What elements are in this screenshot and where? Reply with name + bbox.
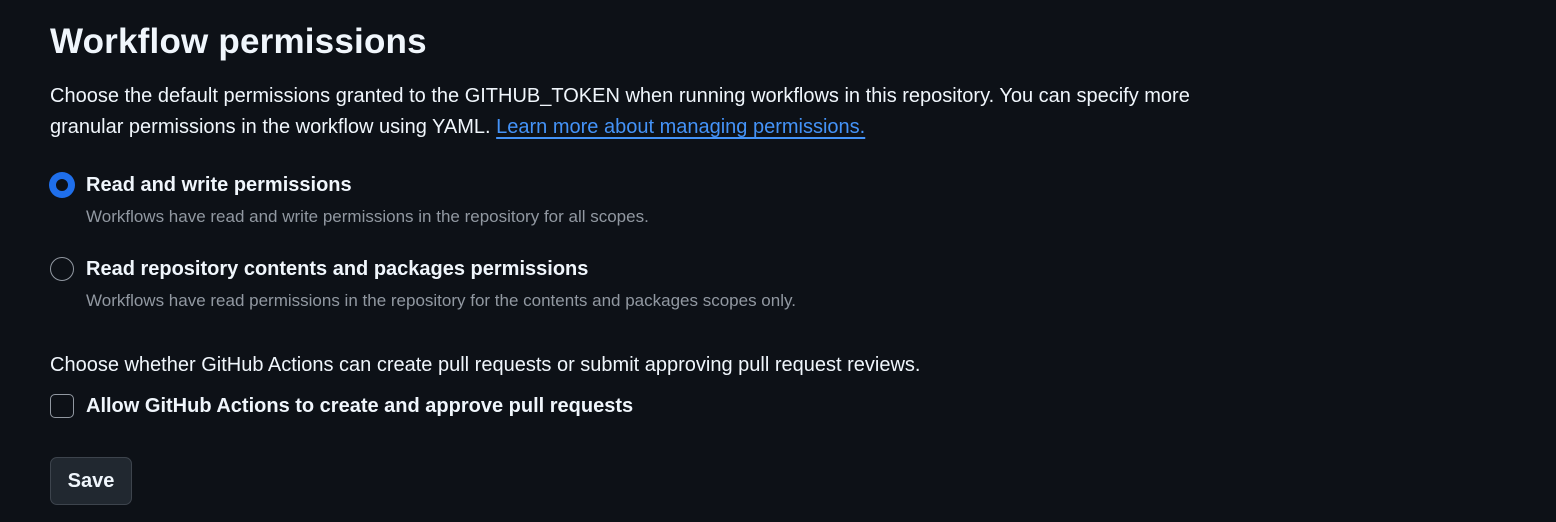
save-button[interactable]: Save (50, 457, 132, 505)
permission-option-text: Read repository contents and packages pe… (86, 257, 796, 312)
radio-unchecked-icon[interactable] (50, 257, 74, 281)
permission-option-description: Workflows have read and write permission… (86, 207, 649, 226)
permission-option-label[interactable]: Read repository contents and packages pe… (86, 257, 796, 281)
permission-option-read-write[interactable]: Read and write permissions Workflows hav… (50, 173, 649, 228)
checkbox-unchecked-icon[interactable] (50, 394, 74, 418)
permission-option-read-only[interactable]: Read repository contents and packages pe… (50, 257, 796, 312)
allow-pull-requests-label[interactable]: Allow GitHub Actions to create and appro… (86, 394, 633, 418)
allow-pull-requests-option[interactable]: Allow GitHub Actions to create and appro… (50, 394, 633, 418)
section-description: Choose the default permissions granted t… (50, 81, 1190, 143)
section-title: Workflow permissions (50, 22, 427, 61)
permission-option-label[interactable]: Read and write permissions (86, 173, 649, 197)
pull-requests-description: Choose whether GitHub Actions can create… (50, 354, 921, 376)
permission-option-text: Read and write permissions Workflows hav… (86, 173, 649, 228)
learn-more-link[interactable]: Learn more about managing permissions. (496, 116, 865, 138)
permission-option-description: Workflows have read permissions in the r… (86, 291, 796, 310)
workflow-permissions-panel: Workflow permissions Choose the default … (0, 0, 1556, 522)
radio-checked-icon[interactable] (50, 173, 74, 197)
